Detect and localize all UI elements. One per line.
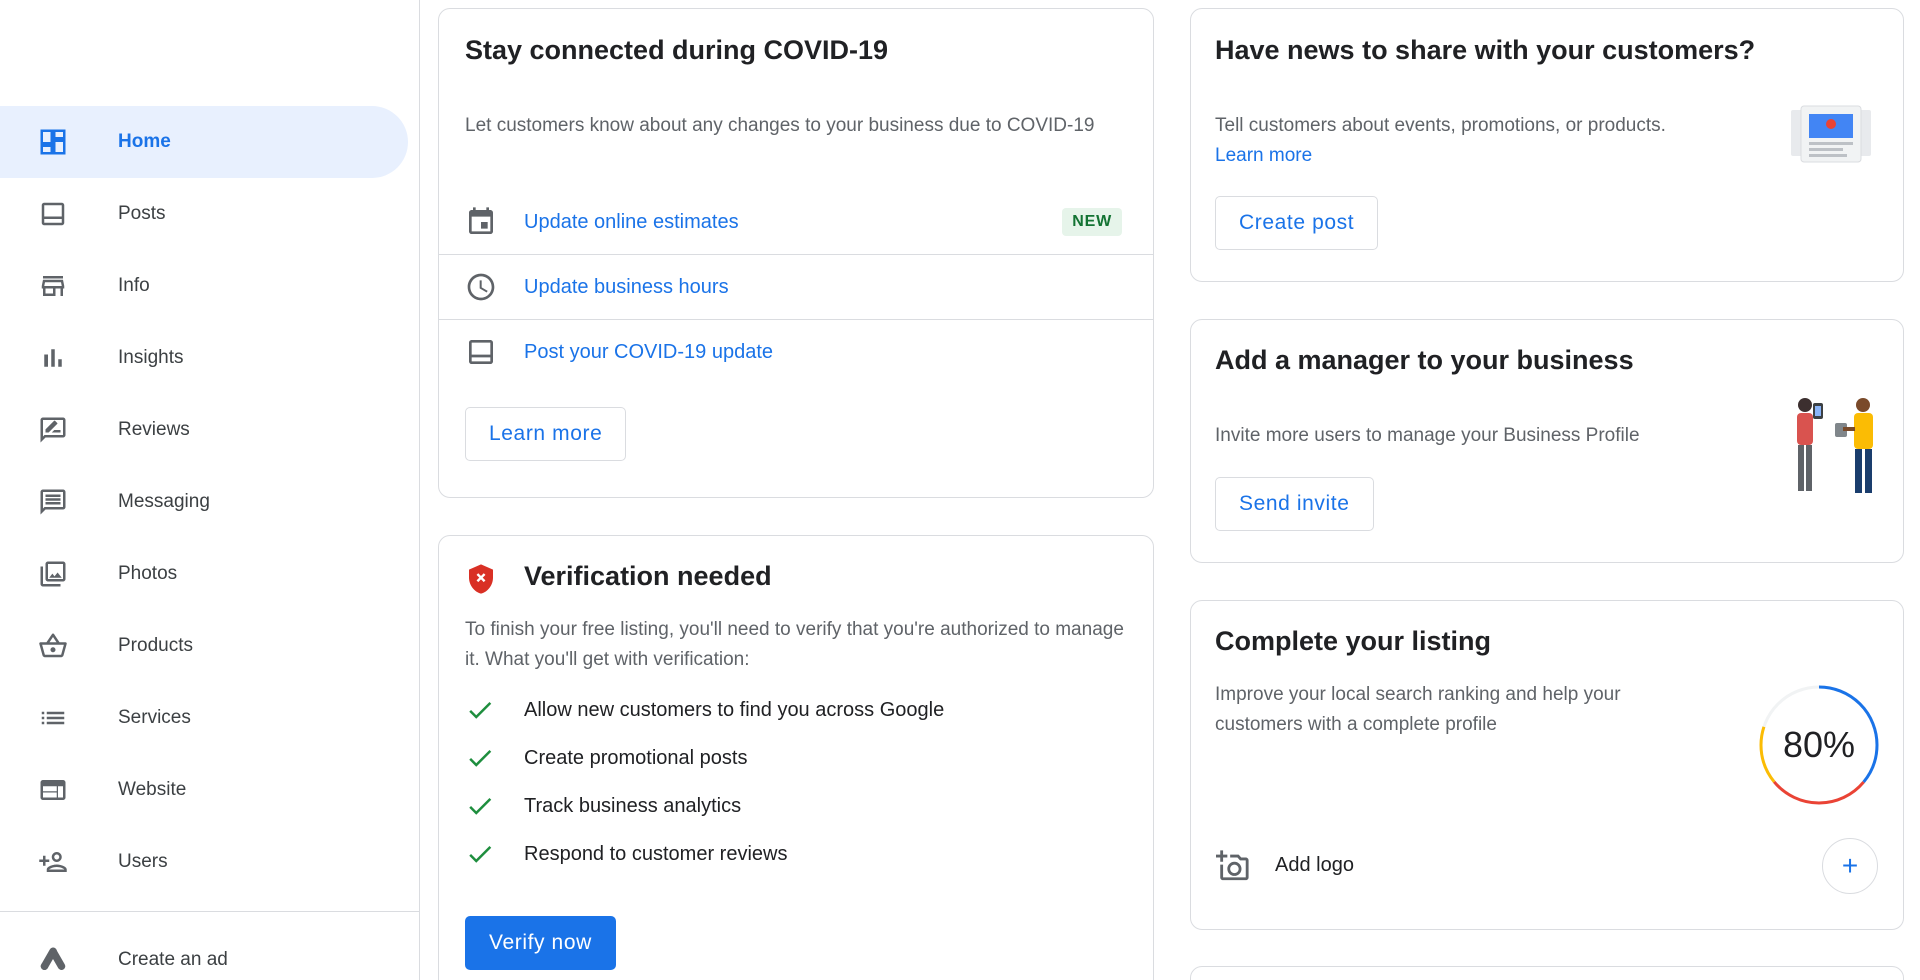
add-logo-plus-button[interactable]: + [1822,838,1878,894]
sidebar-item-create-ad[interactable]: Create an ad [0,924,408,980]
person-add-icon [37,846,69,878]
news-card-description: Tell customers about events, promotions,… [1215,111,1775,171]
manager-card-description: Invite more users to manage your Busines… [1215,425,1640,446]
post-covid-update-link[interactable]: Post your COVID-19 update [524,341,773,364]
check-icon [469,749,492,767]
send-invite-button[interactable]: Send invite [1215,477,1374,531]
benefit-label: Allow new customers to find you across G… [524,698,945,721]
news-illustration [1791,105,1871,163]
add-logo-label: Add logo [1275,854,1354,876]
benefit-label: Respond to customer reviews [524,842,788,865]
sidebar-item-posts[interactable]: Posts [0,178,408,250]
sidebar-item-messaging[interactable]: Messaging [0,466,408,538]
news-card-title: Have news to share with your customers? [1215,35,1756,65]
listing-progress-value: 80% [1782,724,1856,765]
benefit-label: Track business analytics [524,794,742,817]
manager-card: Add a manager to your business Invite mo… [1190,319,1904,563]
listing-card-description: Improve your local search ranking and he… [1215,684,1621,735]
manager-card-title: Add a manager to your business [1215,345,1634,375]
add-photo-icon [1216,849,1250,883]
check-icon [469,797,492,815]
event-icon [465,206,497,238]
rate-review-icon [37,414,69,446]
sidebar-item-products[interactable]: Products [0,610,408,682]
news-card-description-text: Tell customers about events, promotions,… [1215,115,1666,136]
sidebar-divider [0,911,420,912]
sidebar-item-home[interactable]: Home [0,106,408,178]
message-icon [37,486,69,518]
sidebar-item-label: Home [118,131,171,152]
sidebar-item-services[interactable]: Services [0,682,408,754]
covid-card-title: Stay connected during COVID-19 [465,35,889,65]
benefit-label: Create promotional posts [524,746,748,769]
sidebar-item-label: Photos [118,563,178,584]
sidebar-item-label: Services [118,707,191,728]
sidebar-item-label: Posts [118,203,166,224]
create-post-button[interactable]: Create post [1215,196,1379,250]
verification-card: Verification needed To finish your free … [438,535,1154,980]
update-business-hours-link[interactable]: Update business hours [524,276,729,299]
listing-progress-ring: 80% [1755,681,1883,809]
news-card: Have news to share with your customers? … [1190,8,1904,282]
sidebar-nav: Home Posts Info Insights Reviews Messagi… [0,106,420,898]
sidebar-item-label: Reviews [118,419,190,440]
sidebar-item-label: Users [118,851,168,872]
sidebar-item-label: Website [118,779,187,800]
sidebar-item-label: Create an ad [118,949,228,970]
update-online-estimates-row[interactable]: Update online estimates NEW [439,190,1153,254]
benefit-item: Allow new customers to find you across G… [465,692,944,728]
check-icon [469,845,492,863]
listing-card: Complete your listing Improve your local… [1190,600,1904,930]
news-learn-more-link[interactable]: Learn more [1215,145,1312,166]
covid-card: Stay connected during COVID-19 Let custo… [438,8,1154,498]
dashboard-icon [37,126,69,158]
managers-illustration [1797,398,1873,493]
posts-icon [465,336,497,368]
verification-card-title: Verification needed [524,561,772,591]
posts-icon [37,198,69,230]
sidebar-item-users[interactable]: Users [0,826,408,898]
storefront-icon [37,270,69,302]
list-icon [37,702,69,734]
sidebar-item-info[interactable]: Info [0,250,408,322]
sidebar: Home Posts Info Insights Reviews Messagi… [0,0,420,980]
bar-chart-icon [37,342,69,374]
sidebar-item-insights[interactable]: Insights [0,322,408,394]
clock-icon [465,271,497,303]
sidebar-item-label: Products [118,635,193,656]
check-icon [469,701,492,719]
covid-learn-more-button[interactable]: Learn more [465,407,627,461]
next-card-partial [1190,966,1904,980]
sidebar-item-photos[interactable]: Photos [0,538,408,610]
sidebar-item-website[interactable]: Website [0,754,408,826]
listing-card-title: Complete your listing [1215,626,1492,656]
verify-now-button[interactable]: Verify now [465,916,616,970]
sidebar-item-label: Messaging [118,491,210,512]
sidebar-item-reviews[interactable]: Reviews [0,394,408,466]
benefit-item: Create promotional posts [465,740,747,776]
plus-icon: + [1841,850,1859,881]
sidebar-item-label: Insights [118,347,184,368]
shield-error-icon [465,563,497,595]
google-ads-icon [37,944,69,976]
verification-card-description: To finish your free listing, you'll need… [465,619,1124,670]
benefit-item: Track business analytics [465,788,741,824]
post-covid-update-row[interactable]: Post your COVID-19 update [439,320,1153,384]
web-icon [37,774,69,806]
benefit-item: Respond to customer reviews [465,836,787,872]
shopping-basket-icon [37,630,69,662]
add-logo-row[interactable]: Add logo + [1191,836,1903,896]
covid-card-description: Let customers know about any changes to … [465,115,1095,136]
sidebar-item-label: Info [118,275,150,296]
update-online-estimates-link[interactable]: Update online estimates [524,211,739,234]
update-business-hours-row[interactable]: Update business hours [439,255,1153,319]
photo-library-icon [37,558,69,590]
app-root: Home Posts Info Insights Reviews Messagi… [0,0,1920,980]
new-badge: NEW [1062,208,1122,236]
